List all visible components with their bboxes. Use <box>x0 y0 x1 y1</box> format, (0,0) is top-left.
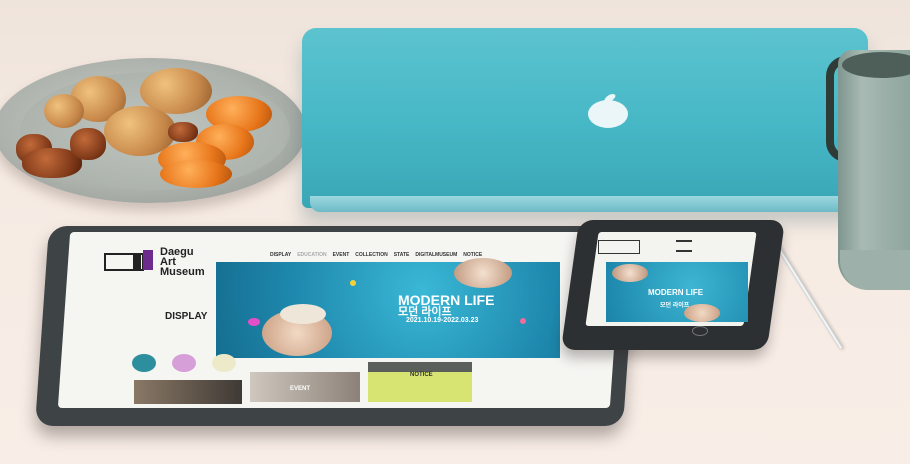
apple-logo-icon <box>588 94 628 128</box>
phone-logo-icon <box>598 240 640 254</box>
color-dot-pink[interactable] <box>172 354 196 372</box>
site-nav: DISPLAY EDUCATION EVENT COLLECTION STATE… <box>270 252 482 258</box>
dried-date <box>70 128 106 160</box>
phone-hero-figure-2 <box>684 304 720 322</box>
laptop-lid <box>302 28 868 208</box>
phone-hero-title: MODERN LIFE <box>648 288 704 297</box>
notice-tile-header <box>368 362 472 372</box>
nav-item-state[interactable]: STATE <box>394 252 410 258</box>
confetti <box>520 318 526 324</box>
phone-hero-figure <box>612 264 648 282</box>
nav-item-collection[interactable]: COLLECTION <box>355 252 388 258</box>
walnut <box>44 94 84 128</box>
thumbnail-tile[interactable] <box>134 380 242 404</box>
hero-dates: 2021.10.19-2022.03.23 <box>406 317 479 324</box>
menu-icon[interactable] <box>676 240 692 252</box>
color-dot-teal[interactable] <box>132 354 156 372</box>
confetti <box>248 318 260 326</box>
color-dot-cream[interactable] <box>212 354 236 372</box>
laptop-edge <box>310 196 866 212</box>
desk-scene: Daegu Art Museum DISPLAY EDUCATION EVENT… <box>0 0 910 464</box>
dried-date <box>168 122 198 142</box>
nav-item-education[interactable]: EDUCATION <box>297 252 326 258</box>
event-tile-label: EVENT <box>290 386 311 392</box>
nav-item-event[interactable]: EVENT <box>333 252 350 258</box>
notice-tile-label: NOTICE <box>410 372 433 378</box>
nav-item-display[interactable]: DISPLAY <box>270 252 291 258</box>
museum-logo-icon <box>104 250 153 271</box>
home-button-icon[interactable] <box>692 326 708 336</box>
confetti <box>350 280 356 286</box>
phone-hero-korean-title: 모던 라이프 <box>660 303 690 309</box>
hero-hat <box>280 304 326 324</box>
dried-apricot <box>160 160 232 188</box>
section-label: DISPLAY <box>165 311 208 322</box>
nav-item-digitalmuseum[interactable]: DIGITALMUSEUM <box>415 252 457 258</box>
hero-figure-2 <box>454 258 512 288</box>
